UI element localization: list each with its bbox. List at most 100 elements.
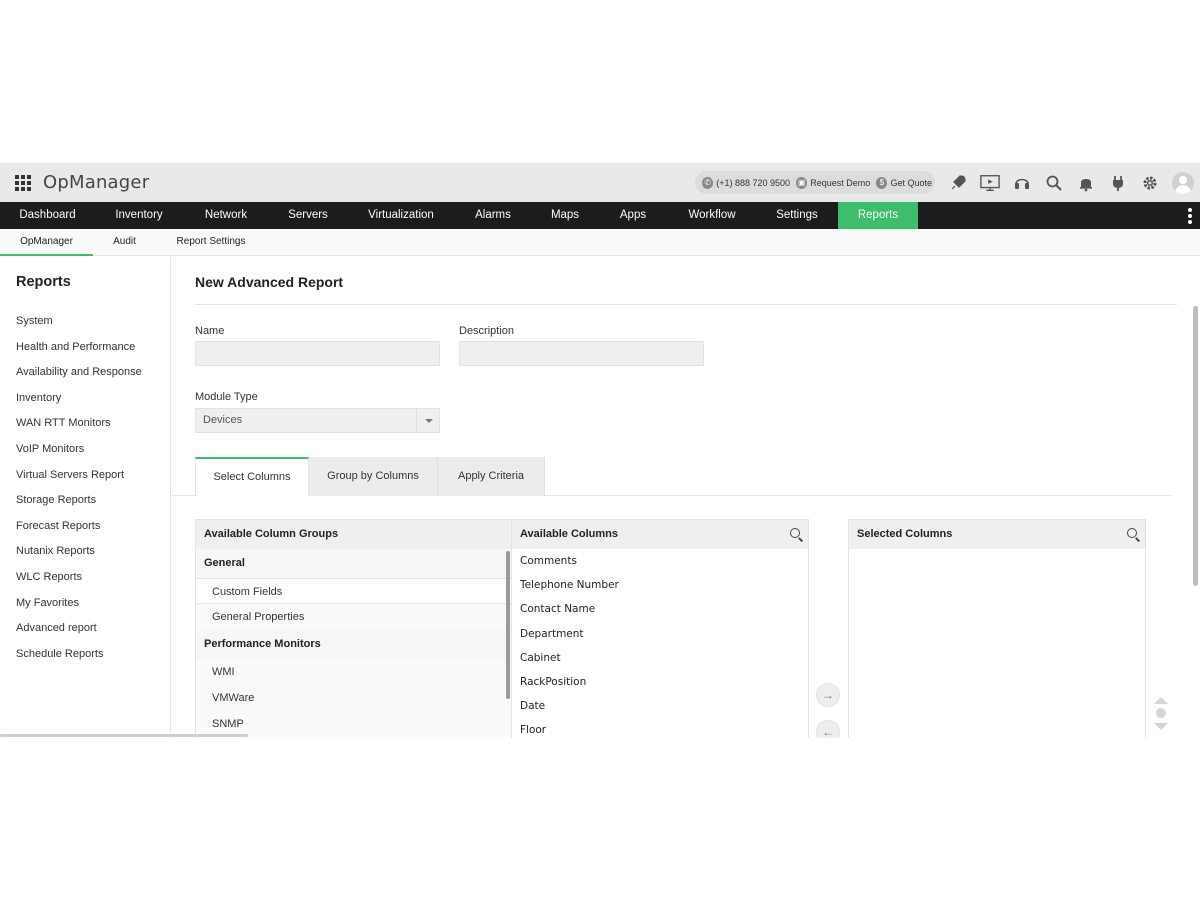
move-down-icon[interactable] (1154, 723, 1168, 730)
plug-icon[interactable] (1108, 173, 1128, 193)
bell-icon[interactable] (1076, 173, 1096, 193)
presentation-icon[interactable] (980, 173, 1000, 193)
column-groups-panel: Available Column Groups General Custom F… (195, 519, 512, 738)
nav-item-dashboard[interactable]: Dashboard (0, 202, 95, 229)
nav-item-apps[interactable]: Apps (599, 202, 667, 229)
user-avatar-icon[interactable] (1172, 172, 1194, 194)
nav-item-workflow[interactable]: Workflow (667, 202, 757, 229)
gear-icon[interactable] (1140, 173, 1160, 193)
sidebar-item-storage[interactable]: Storage Reports (16, 494, 142, 520)
tab-group-by-columns[interactable]: Group by Columns (309, 457, 438, 496)
nav-item-virtualization[interactable]: Virtualization (347, 202, 455, 229)
arrow-left-icon: ← (822, 725, 834, 738)
sidebar-item-favorites[interactable]: My Favorites (16, 597, 142, 623)
group-item-wmi[interactable]: WMI (196, 659, 511, 685)
tab-apply-criteria[interactable]: Apply Criteria (438, 457, 545, 496)
available-columns-search-icon[interactable] (790, 528, 800, 538)
sub-nav: OpManager Audit Report Settings (0, 229, 1200, 256)
nav-item-reports[interactable]: Reports (838, 202, 918, 229)
module-type-value: Devices (203, 414, 243, 426)
nav-item-servers[interactable]: Servers (269, 202, 347, 229)
app-window: OpManager ✆ (+1) 888 720 9500 ▣ Request … (0, 163, 1200, 738)
selected-columns-panel: Selected Columns (848, 519, 1146, 738)
sidebar-item-forecast[interactable]: Forecast Reports (16, 520, 142, 546)
description-field[interactable] (459, 341, 704, 366)
group-performance-monitors[interactable]: Performance Monitors (196, 630, 511, 659)
rocket-icon[interactable] (948, 173, 968, 193)
name-field[interactable] (195, 341, 440, 366)
list-item[interactable]: Floor (512, 718, 808, 738)
list-item[interactable]: RackPosition (512, 670, 808, 694)
sidebar-item-schedule-reports[interactable]: Schedule Reports (16, 648, 142, 674)
sidebar-item-availability-response[interactable]: Availability and Response (16, 366, 142, 392)
available-columns-list: Comments Telephone Number Contact Name D… (512, 549, 808, 738)
sidebar-item-health-performance[interactable]: Health and Performance (16, 341, 142, 367)
subnav-audit[interactable]: Audit (93, 229, 156, 256)
page-title: New Advanced Report (195, 274, 344, 290)
available-columns-header: Available Columns (512, 520, 808, 549)
subnav-report-settings[interactable]: Report Settings (156, 229, 266, 256)
move-left-button[interactable]: ← (816, 720, 840, 738)
list-item[interactable]: Department (512, 622, 808, 646)
sidebar-title: Reports (16, 274, 71, 290)
order-dot-icon (1156, 708, 1166, 718)
top-bar: OpManager ✆ (+1) 888 720 9500 ▣ Request … (0, 163, 1200, 202)
sidebar-item-nutanix[interactable]: Nutanix Reports (16, 545, 142, 571)
sidebar-item-virtual-servers[interactable]: Virtual Servers Report (16, 469, 142, 495)
list-item[interactable]: Comments (512, 549, 808, 573)
column-order-control (1154, 697, 1168, 733)
sidebar-item-system[interactable]: System (16, 315, 142, 341)
selected-columns-title: Selected Columns (857, 528, 953, 540)
subnav-opmanager[interactable]: OpManager (0, 229, 93, 256)
group-item-general-properties[interactable]: General Properties (196, 604, 511, 630)
sidebar-list: System Health and Performance Availabili… (16, 315, 142, 673)
sidebar: Reports System Health and Performance Av… (0, 257, 171, 738)
sidebar-item-wlc[interactable]: WLC Reports (16, 571, 142, 597)
sidebar-item-advanced-report[interactable]: Advanced report (16, 622, 142, 648)
nav-item-maps[interactable]: Maps (531, 202, 599, 229)
tab-select-columns[interactable]: Select Columns (195, 457, 309, 496)
report-tabs: Select Columns Group by Columns Apply Cr… (195, 457, 545, 496)
name-label: Name (195, 325, 225, 337)
group-item-vmware[interactable]: VMWare (196, 685, 511, 711)
contact-pill: ✆ (+1) 888 720 9500 ▣ Request Demo $ Get… (695, 171, 935, 194)
main-content: New Advanced Report Name Description Mod… (172, 257, 1190, 738)
main-nav: Dashboard Inventory Network Servers Virt… (0, 202, 1200, 229)
phone-number[interactable]: (+1) 888 720 9500 (716, 178, 790, 188)
nav-item-alarms[interactable]: Alarms (455, 202, 531, 229)
nav-item-inventory[interactable]: Inventory (95, 202, 183, 229)
group-item-custom-fields[interactable]: Custom Fields (196, 578, 511, 604)
move-right-button[interactable]: → (816, 683, 840, 707)
title-divider (195, 304, 1177, 305)
headset-icon[interactable] (1012, 173, 1032, 193)
list-item[interactable]: Cabinet (512, 646, 808, 670)
available-columns-title: Available Columns (520, 528, 619, 540)
search-icon[interactable] (1044, 173, 1064, 193)
demo-icon: ▣ (796, 176, 808, 189)
chevron-down-icon (416, 409, 439, 432)
app-grid-icon[interactable] (15, 175, 31, 191)
nav-item-network[interactable]: Network (183, 202, 269, 229)
more-menu-icon[interactable] (1188, 208, 1192, 224)
groups-scrollbar[interactable] (506, 551, 510, 699)
list-item[interactable]: Telephone Number (512, 573, 808, 597)
available-columns-panel: Available Columns Comments Telephone Num… (511, 519, 809, 738)
sidebar-item-inventory[interactable]: Inventory (16, 392, 142, 418)
top-icon-group (948, 172, 1194, 194)
list-item[interactable]: Date (512, 694, 808, 718)
list-item[interactable]: Contact Name (512, 597, 808, 621)
selected-columns-header: Selected Columns (849, 520, 1145, 549)
move-up-icon[interactable] (1154, 697, 1168, 704)
sidebar-item-voip[interactable]: VoIP Monitors (16, 443, 142, 469)
request-demo-link[interactable]: Request Demo (810, 178, 870, 188)
page-scrollbar[interactable] (1193, 306, 1198, 586)
dollar-icon: $ (876, 176, 888, 189)
selected-columns-search-icon[interactable] (1127, 528, 1137, 538)
nav-item-settings[interactable]: Settings (757, 202, 837, 229)
module-type-select[interactable]: Devices (195, 408, 440, 433)
sidebar-item-wan-rtt[interactable]: WAN RTT Monitors (16, 417, 142, 443)
get-quote-link[interactable]: Get Quote (890, 178, 932, 188)
module-type-label: Module Type (195, 391, 258, 403)
group-general[interactable]: General (196, 549, 511, 578)
sidebar-hscrollbar[interactable] (0, 734, 248, 737)
